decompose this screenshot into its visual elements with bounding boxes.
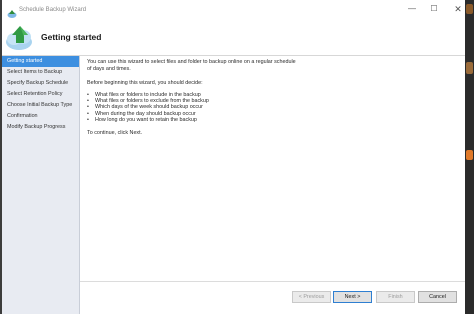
finish-button[interactable]: Finish (376, 291, 415, 303)
decide-text: Before beginning this wizard, you should… (87, 80, 203, 86)
wizard-window: Schedule Backup Wizard — ☐ ✕ Getting sta… (0, 0, 474, 314)
desktop-edge-right (465, 0, 474, 314)
next-button[interactable]: Next > (333, 291, 372, 303)
nav-divider (79, 56, 80, 314)
window-title: Schedule Backup Wizard (19, 7, 87, 13)
wizard-header: Getting started (2, 22, 465, 55)
decision-list: • What files or folders to include in the… (87, 92, 457, 123)
maximize-button[interactable]: ☐ (427, 3, 441, 15)
desktop-icon (466, 4, 473, 14)
title-bar: Schedule Backup Wizard — ☐ ✕ (2, 0, 465, 22)
intro-text-line2: of days and times. (87, 66, 131, 72)
backup-cloud-icon (5, 23, 35, 53)
wizard-steps-nav: Getting started Select Items to Backup S… (2, 56, 79, 314)
minimize-button[interactable]: — (405, 3, 419, 15)
desktop-icon (466, 150, 473, 160)
nav-item-modify-progress[interactable]: Modify Backup Progress (2, 122, 79, 133)
nav-item-select-items[interactable]: Select Items to Backup (2, 67, 79, 78)
desktop-icon (466, 62, 473, 74)
list-item: • How long do you want to retain the back… (87, 116, 197, 123)
previous-button[interactable]: < Previous (292, 291, 331, 303)
wizard-content: You can use this wizard to select files … (87, 59, 457, 137)
close-button[interactable]: ✕ (451, 2, 465, 16)
bullet-icon: • (87, 116, 89, 123)
nav-item-confirmation[interactable]: Confirmation (2, 111, 79, 122)
nav-item-getting-started[interactable]: Getting started (2, 56, 79, 67)
nav-item-initial-backup-type[interactable]: Choose Initial Backup Type (2, 100, 79, 111)
intro-text-line1: You can use this wizard to select files … (87, 59, 296, 65)
continue-text: To continue, click Next. (87, 130, 143, 137)
page-title: Getting started (41, 32, 102, 42)
nav-item-backup-schedule[interactable]: Specify Backup Schedule (2, 78, 79, 89)
cancel-button[interactable]: Cancel (418, 291, 457, 303)
app-icon (7, 6, 17, 18)
wizard-footer: < Previous Next > Finish Cancel (80, 281, 465, 314)
nav-item-retention-policy[interactable]: Select Retention Policy (2, 89, 79, 100)
